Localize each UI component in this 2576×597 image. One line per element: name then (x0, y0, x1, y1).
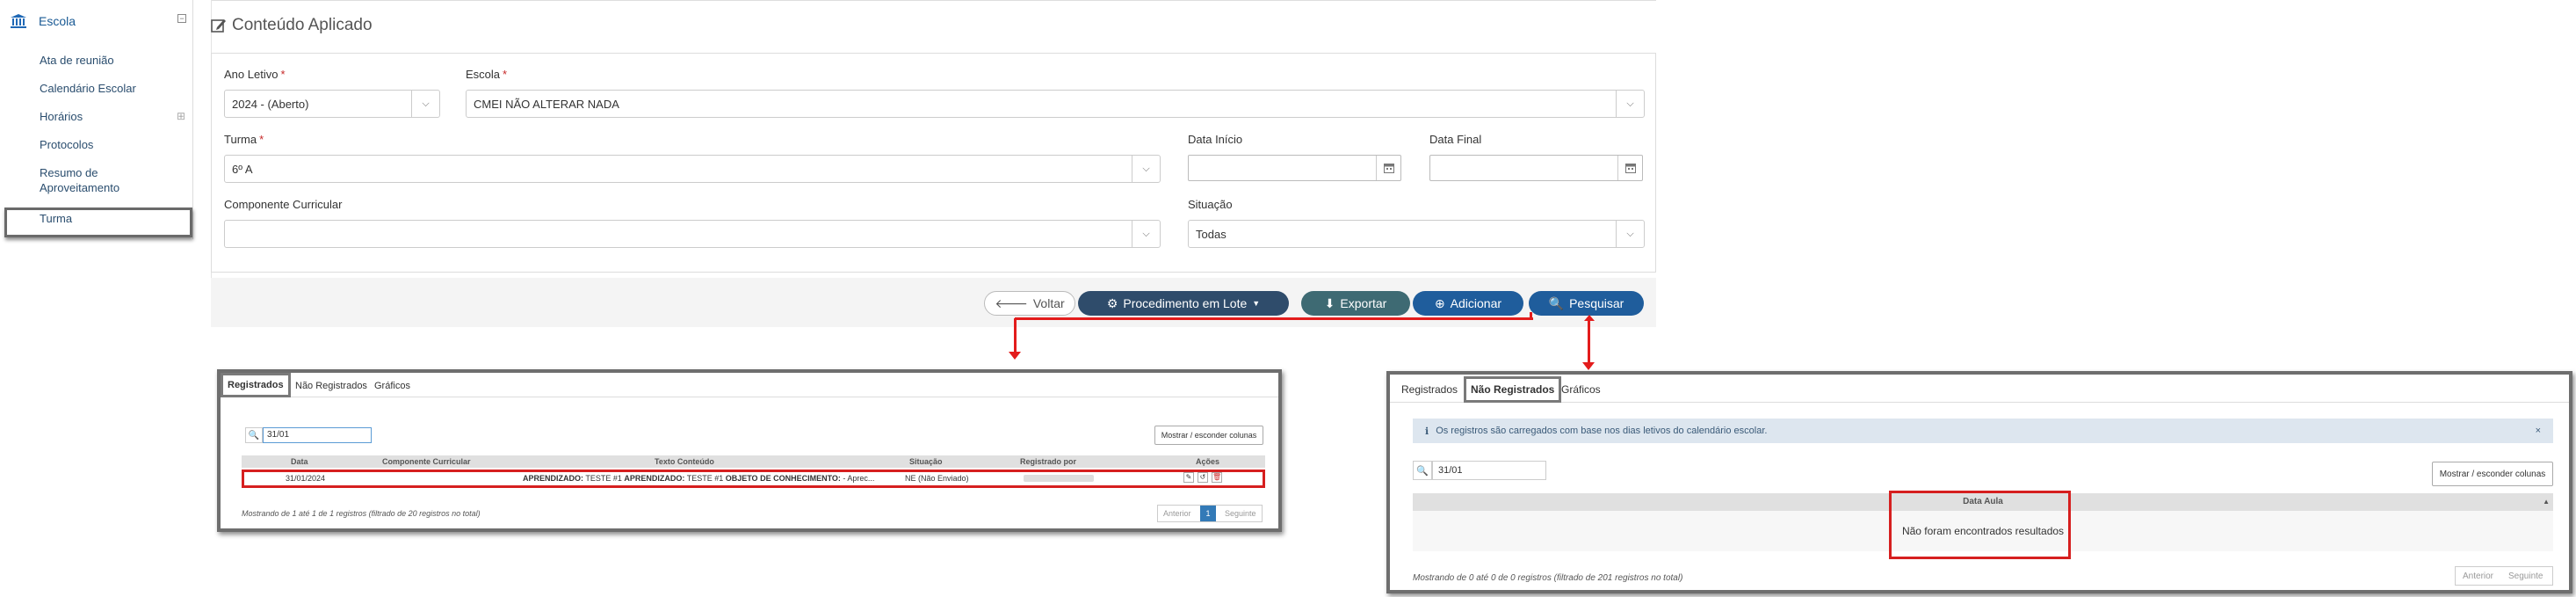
pagination: Anterior Seguinte (2455, 566, 2553, 586)
turma-select[interactable]: 6º A ⌵ (224, 155, 1161, 183)
page-1-button[interactable]: 1 (1200, 506, 1216, 521)
escola-select[interactable]: CMEI NÃO ALTERAR NADA ⌵ (466, 90, 1645, 118)
expand-icon[interactable]: ⊞ (177, 110, 185, 122)
next-button[interactable]: Seguinte (2508, 572, 2543, 581)
chevron-down-icon: ⌵ (1132, 221, 1160, 247)
sidebar-item-protocolos[interactable]: Protocolos (40, 137, 93, 152)
next-button[interactable]: Seguinte (1225, 509, 1256, 518)
info-alert: ℹ Os registros são carregados com base n… (1413, 419, 2553, 443)
info-alert-text: Os registros são carregados com base nos… (1436, 426, 1768, 436)
search-icon: 🔍 (1413, 461, 1432, 480)
col-data[interactable]: Data (291, 457, 308, 466)
procedimento-lote-button[interactable]: ⚙ Procedimento em Lote ▼ (1078, 291, 1289, 316)
info-icon: ℹ (1425, 426, 1429, 437)
search-input[interactable]: 31/01 (263, 427, 372, 443)
calendar-icon[interactable] (1617, 156, 1642, 180)
search-input[interactable]: 31/01 (1432, 461, 1546, 480)
nao-registrados-panel: Registrados Não Registrados Gráficos ℹ O… (1386, 371, 2572, 593)
data-inicio-input[interactable] (1188, 155, 1401, 181)
componente-select[interactable]: ⌵ (224, 220, 1161, 248)
page-title: Conteúdo Aplicado (211, 16, 373, 35)
exportar-button[interactable]: ⬇ Exportar (1301, 291, 1410, 316)
arrow-down-icon (1582, 362, 1595, 370)
filter-form: Ano Letivo * 2024 - (Aberto) ⌵ Escola * CME… (211, 53, 1656, 273)
tab-graficos[interactable]: Gráficos (1557, 380, 1605, 399)
sidebar-item-ata[interactable]: Ata de reunião (40, 53, 114, 68)
tab-registrados[interactable]: Registrados (1397, 380, 1462, 399)
escola-label: Escola * (466, 68, 508, 81)
connector-line (1015, 317, 1533, 320)
sidebar-item-resumo-cont[interactable]: Aproveitamento (40, 180, 119, 195)
chevron-down-icon: ⌵ (1616, 221, 1644, 247)
search-icon: 🔍 (1548, 295, 1565, 310)
arrow-up-icon (1584, 315, 1595, 321)
institution-icon (11, 14, 26, 28)
sidebar: Escola − Ata de reunião Calendário Escol… (0, 0, 193, 239)
tab-nao-registrados[interactable]: Não Registrados (291, 376, 372, 396)
sidebar-item-horarios[interactable]: Horários (40, 109, 83, 124)
situacao-select[interactable]: Todas ⌵ (1188, 220, 1645, 248)
chevron-down-icon: ⌵ (1132, 156, 1160, 182)
pesquisar-button[interactable]: 🔍 Pesquisar (1529, 291, 1644, 316)
componente-label: Componente Curricular (224, 198, 343, 211)
adicionar-button[interactable]: ⊕ Adicionar (1413, 291, 1523, 316)
download-icon: ⬇ (1324, 295, 1335, 310)
connector-line (1014, 318, 1017, 353)
row-highlight-box (242, 470, 1265, 488)
toggle-columns-button[interactable]: Mostrar / esconder colunas (2432, 462, 2553, 486)
edit-icon (211, 19, 226, 33)
turma-label: Turma * (224, 133, 264, 146)
tab-graficos[interactable]: Gráficos (370, 376, 415, 396)
pagination: Anterior 1 Seguinte (1157, 505, 1263, 522)
connector-line (1530, 312, 1532, 319)
search-icon: 🔍 (245, 427, 263, 443)
ano-letivo-label: Ano Letivo * (224, 68, 286, 81)
prev-button[interactable]: Anterior (2463, 572, 2493, 581)
sort-up-icon[interactable]: ▲ (2543, 493, 2550, 511)
calendar-icon[interactable] (1376, 156, 1400, 180)
prev-button[interactable]: Anterior (1163, 509, 1191, 518)
top-divider (211, 0, 1656, 1)
ano-letivo-select[interactable]: 2024 - (Aberto) ⌵ (224, 90, 440, 118)
data-final-input[interactable] (1429, 155, 1643, 181)
col-componente[interactable]: Componente Curricular (382, 457, 471, 466)
chevron-down-icon: ⌵ (1616, 91, 1644, 117)
col-acoes[interactable]: Ações (1196, 457, 1219, 466)
col-situacao[interactable]: Situação (909, 457, 943, 466)
arrow-down-icon (1009, 352, 1021, 360)
sidebar-item-resumo[interactable]: Resumo de (40, 165, 98, 180)
situacao-label: Situação (1188, 198, 1233, 211)
voltar-button[interactable]: 🡐 Voltar (984, 291, 1075, 316)
sidebar-item-calendario[interactable]: Calendário Escolar (40, 81, 136, 96)
chevron-down-icon: ⌵ (411, 91, 439, 117)
sidebar-section-label: Escola (39, 14, 76, 28)
arrow-left-icon: 🡐 (995, 295, 1028, 310)
table-header: Data Componente Curricular Texto Conteúd… (242, 455, 1265, 468)
collapse-icon[interactable]: − (177, 14, 186, 23)
col-registrado[interactable]: Registrado por (1020, 457, 1076, 466)
page-title-text: Conteúdo Aplicado (232, 16, 373, 34)
plus-circle-icon: ⊕ (1434, 295, 1445, 310)
toggle-columns-button[interactable]: Mostrar / esconder colunas (1154, 426, 1263, 445)
tab-nao-registrados[interactable]: Não Registrados (1464, 376, 1562, 403)
turma-highlight-box (4, 207, 192, 237)
table-footer: Mostrando de 1 até 1 de 1 registros (fil… (242, 509, 481, 518)
empty-highlight-box (1889, 491, 2071, 559)
data-inicio-label: Data Início (1188, 133, 1243, 146)
panel-tabs: Registrados Não Registrados Gráficos (1390, 375, 2569, 403)
tab-registrados[interactable]: Registrados (221, 373, 291, 397)
connector-line (1588, 319, 1590, 365)
table-footer: Mostrando de 0 até 0 de 0 registros (fil… (1413, 573, 1683, 583)
sidebar-section-escola[interactable]: Escola − (11, 12, 186, 30)
panel-tabs: Registrados Não Registrados Gráficos (221, 373, 1278, 397)
data-final-label: Data Final (1429, 133, 1482, 146)
close-icon[interactable]: × (2536, 426, 2541, 436)
caret-down-icon: ▼ (1252, 299, 1261, 308)
cogs-icon: ⚙ (1106, 295, 1118, 310)
registrados-panel: Registrados Não Registrados Gráficos 🔍 3… (217, 369, 1282, 532)
col-texto[interactable]: Texto Conteúdo (655, 457, 714, 466)
